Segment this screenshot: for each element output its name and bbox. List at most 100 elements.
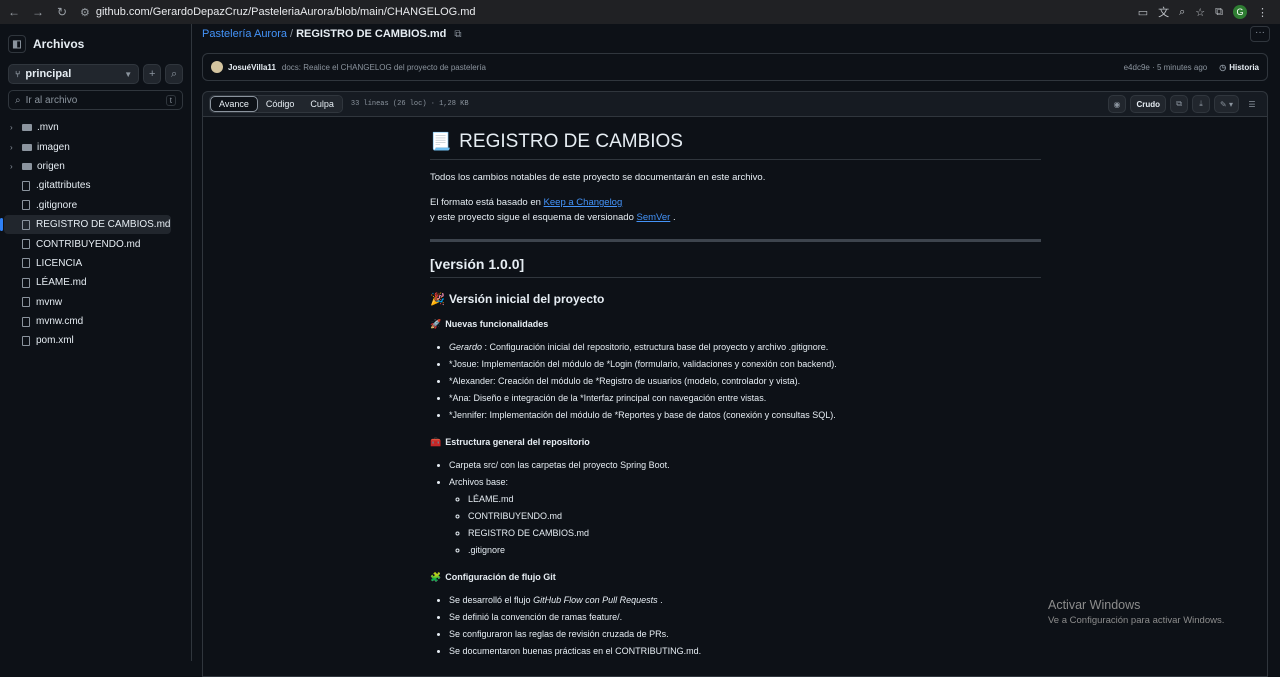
git-emphasis: GitHub Flow con Pull Requests	[533, 595, 658, 605]
reload-icon[interactable]: ↻	[52, 5, 72, 19]
tree-item-label: mvnw.cmd	[36, 316, 84, 328]
tree-item-gitignore[interactable]: .gitignore	[0, 196, 171, 215]
goto-file-input[interactable]: ⌕ Ir al archivo t	[8, 90, 183, 110]
tree-item-label: pom.xml	[36, 335, 74, 347]
file-icon	[22, 239, 30, 250]
list-item: REGISTRO DE CAMBIOS.md	[468, 525, 1041, 542]
format-paragraph: El formato está basado en Keep a Changel…	[430, 195, 1041, 225]
copilot-icon[interactable]: ◉	[1107, 95, 1127, 113]
branch-selector[interactable]: ⑂ principal ▼	[8, 64, 140, 84]
author-avatar[interactable]	[211, 61, 223, 73]
list-item: Carpeta src/ con las carpetas del proyec…	[449, 457, 1041, 474]
file-header: Avance Código Culpa 33 líneas (26 loc) ·…	[202, 91, 1268, 117]
section-git-heading: 🧩 Configuración de flujo Git	[430, 572, 1041, 583]
chevron-right-icon[interactable]: ›	[10, 123, 22, 132]
watermark-title: Activar Windows	[1048, 598, 1141, 612]
tree-item-label: LÉAME.md	[36, 277, 87, 289]
tree-item-label: .mvn	[37, 122, 59, 134]
file-icon	[22, 316, 30, 327]
file-tree: › .mvn › imagen › origen .gitattributes .gi…	[0, 118, 191, 351]
tree-item-mvnw-cmd[interactable]: mvnw.cmd	[0, 312, 171, 331]
breadcrumb-file: REGISTRO DE CAMBIOS.md	[296, 28, 447, 40]
bookmark-star-icon[interactable]: ☆	[1195, 6, 1205, 19]
add-file-button[interactable]: +	[143, 64, 162, 84]
back-icon[interactable]: ←	[4, 5, 24, 19]
folder-icon	[22, 124, 32, 132]
intro-text: Todos los cambios notables de este proye…	[430, 172, 766, 183]
file-stats: 33 líneas (26 loc) · 1,28 KB	[350, 100, 469, 108]
markdown-container: 📃 REGISTRO DE CAMBIOS Todos los cambios n…	[202, 117, 1268, 677]
section-structure-heading: 🧰 Estructura general del repositorio	[430, 437, 1041, 448]
windows-activation-watermark: Activar Windows Ve a Configuración para …	[1048, 598, 1224, 626]
tree-item-label: REGISTRO DE CAMBIOS.md	[36, 219, 171, 231]
git-text: Se desarrolló el flujo	[449, 595, 531, 605]
download-icon[interactable]: ⤓	[1192, 95, 1211, 113]
list-item: Archivos base: LÉAME.md CONTRIBUYENDO.md…	[449, 474, 1041, 559]
translate-icon[interactable]: 文	[1158, 4, 1169, 20]
tree-item-gitattributes[interactable]: .gitattributes	[0, 176, 171, 195]
base-files-list: LÉAME.md CONTRIBUYENDO.md REGISTRO DE CA…	[449, 491, 1041, 559]
folder-icon	[22, 143, 32, 151]
watermark-subtitle: Ve a Configuración para activar Windows.	[1048, 615, 1225, 626]
rocket-emoji-icon: 🚀	[430, 319, 442, 329]
list-item: *Alexander: Creación del módulo de *Regi…	[449, 373, 1041, 390]
history-label: Historia	[1229, 62, 1259, 72]
keep-a-changelog-link[interactable]: Keep a Changelog	[544, 197, 623, 208]
tree-item-mvnw[interactable]: mvnw	[0, 293, 171, 312]
extensions-icon[interactable]: ⧉	[1215, 6, 1223, 19]
raw-button[interactable]: Crudo	[1130, 95, 1167, 113]
tree-item-changelog[interactable]: REGISTRO DE CAMBIOS.md	[0, 214, 171, 235]
profile-avatar[interactable]: G	[1233, 5, 1247, 19]
version-subheading-text: Versión inicial del proyecto	[448, 292, 605, 306]
semver-link[interactable]: SemVer	[637, 212, 671, 223]
edit-icon[interactable]: ✎ ▾	[1214, 95, 1239, 113]
chevron-right-icon[interactable]: ›	[10, 143, 22, 152]
latest-commit-bar: JosuéVilla11 docs: Realice el CHANGELOG …	[202, 53, 1268, 81]
tree-item-readme[interactable]: LÉAME.md	[0, 273, 171, 292]
tree-item-license[interactable]: LICENCIA	[0, 254, 171, 273]
puzzle-emoji-icon: 🧩	[430, 572, 442, 582]
zoom-icon[interactable]: ⌕	[1179, 6, 1185, 19]
cast-icon[interactable]: ▭	[1138, 6, 1148, 19]
tree-item-mvn[interactable]: › .mvn	[0, 118, 171, 137]
branch-icon: ⑂	[15, 69, 21, 79]
folder-icon	[22, 162, 32, 170]
forward-icon[interactable]: →	[28, 5, 48, 19]
search-icon: ⌕	[15, 94, 21, 106]
tree-item-pom[interactable]: pom.xml	[0, 331, 171, 350]
copy-raw-icon[interactable]: ⧉	[1170, 95, 1189, 113]
tab-preview[interactable]: Avance	[210, 96, 258, 112]
list-item: Se definió la convención de ramas featur…	[449, 609, 1041, 626]
tree-item-origen[interactable]: › origen	[0, 157, 171, 176]
browser-toolbar: ← → ↻ ⚙ github.com/GerardoDepazCruz/Past…	[0, 0, 1280, 24]
divider	[430, 239, 1041, 242]
copy-path-icon[interactable]: ⧉	[454, 29, 461, 40]
file-tree-sidebar: ◧ Archivos ⑂ principal ▼ + ⌕ ⌕ Ir al arc…	[0, 24, 192, 661]
markdown-body: 📃 REGISTRO DE CAMBIOS Todos los cambios n…	[430, 131, 1041, 660]
tree-item-imagen[interactable]: › imagen	[0, 137, 171, 156]
commit-meta[interactable]: e4dc9e · 5 minutes ago	[1124, 63, 1208, 72]
tree-item-contributing[interactable]: CONTRIBUYENDO.md	[0, 234, 171, 253]
site-info-icon[interactable]: ⚙	[80, 6, 90, 19]
more-options-button[interactable]: ···	[1250, 26, 1270, 42]
goto-placeholder: Ir al archivo	[25, 94, 78, 106]
version-heading: [versión 1.0.0]	[430, 256, 1041, 278]
tree-item-label: origen	[37, 160, 65, 172]
address-bar[interactable]: ⚙ github.com/GerardoDepazCruz/Pasteleria…	[80, 2, 1120, 22]
url-text[interactable]: github.com/GerardoDepazCruz/PasteleriaAu…	[96, 6, 476, 18]
collapse-sidebar-icon[interactable]: ◧	[8, 35, 26, 53]
search-button[interactable]: ⌕	[165, 64, 183, 84]
section-features-text: Nuevas funcionalidades	[445, 319, 549, 329]
commit-author[interactable]: JosuéVilla11	[228, 63, 276, 72]
breadcrumb-separator: /	[290, 28, 294, 40]
outline-icon[interactable]: ☰	[1243, 95, 1261, 113]
tab-code[interactable]: Código	[257, 96, 303, 112]
list-item: Se configuraron las reglas de revisión c…	[449, 626, 1041, 643]
commit-message[interactable]: docs: Realice el CHANGELOG del proyecto …	[282, 63, 486, 72]
main-content: Pastelería Aurora / REGISTRO DE CAMBIOS.…	[193, 24, 1280, 677]
breadcrumb-repo-link[interactable]: Pastelería Aurora	[202, 28, 287, 40]
tab-blame[interactable]: Culpa	[302, 96, 342, 112]
chevron-right-icon[interactable]: ›	[10, 162, 22, 171]
browser-menu-icon[interactable]: ⋮	[1257, 6, 1268, 19]
history-button[interactable]: ◷ Historia	[1219, 63, 1259, 72]
